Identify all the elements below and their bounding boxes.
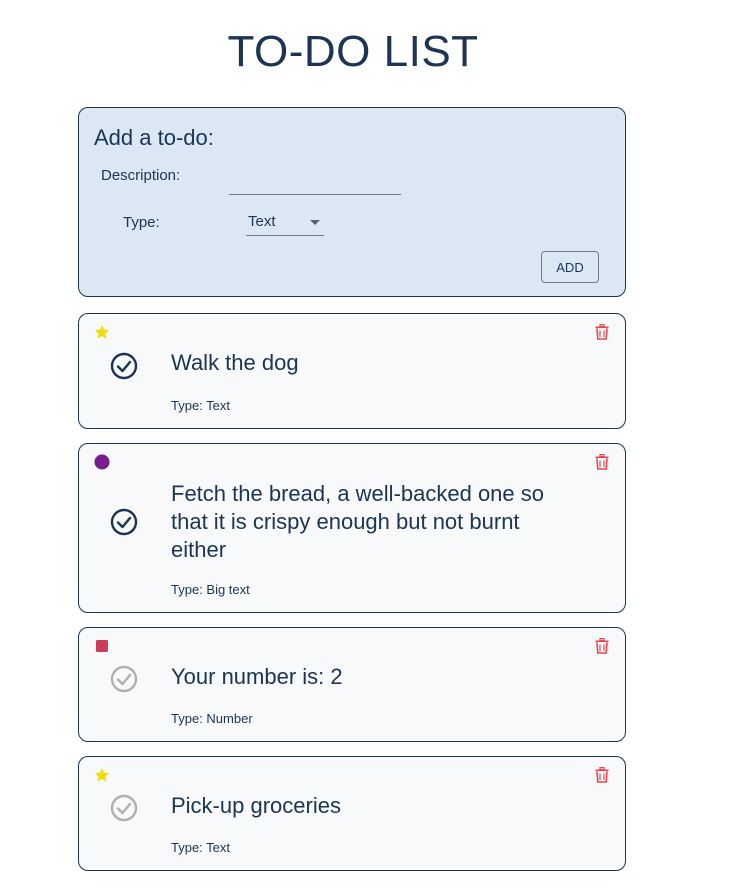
square-icon bbox=[96, 640, 108, 652]
star-icon bbox=[94, 768, 110, 782]
add-todo-form: Add a to-do: Description: Type: Text ADD bbox=[78, 107, 626, 297]
todo-type: Type: Text bbox=[171, 398, 231, 413]
description-input[interactable] bbox=[229, 172, 401, 195]
type-select-value: Text bbox=[248, 213, 276, 230]
todo-text: Fetch the bread, a well-backed one so th… bbox=[171, 481, 545, 562]
trash-icon[interactable] bbox=[595, 324, 609, 340]
trash-icon[interactable] bbox=[595, 454, 609, 470]
todo-text: Your number is: 2 bbox=[171, 664, 343, 689]
caret-down-icon bbox=[310, 220, 320, 225]
todo-type: Type: Number bbox=[171, 711, 253, 726]
star-icon bbox=[94, 325, 110, 339]
page-title: TO-DO LIST bbox=[227, 27, 479, 76]
description-label: Description: bbox=[101, 167, 181, 184]
circle-icon bbox=[94, 454, 110, 470]
trash-icon[interactable] bbox=[595, 767, 609, 783]
type-label: Type: bbox=[123, 214, 160, 231]
check-circle-icon[interactable] bbox=[110, 508, 138, 536]
type-select[interactable]: Text bbox=[246, 208, 324, 236]
todo-type: Type: Big text bbox=[171, 582, 250, 597]
trash-icon[interactable] bbox=[595, 638, 609, 654]
check-circle-icon[interactable] bbox=[110, 794, 138, 822]
todo-card: Your number is: 2 Type: Number bbox=[78, 627, 626, 742]
todo-text: Walk the dog bbox=[171, 350, 299, 375]
todo-card: Pick-up groceries Type: Text bbox=[78, 756, 626, 871]
add-todo-heading: Add a to-do: bbox=[94, 125, 214, 150]
add-button[interactable]: ADD bbox=[541, 251, 599, 283]
todo-card: Fetch the bread, a well-backed one so th… bbox=[78, 443, 626, 613]
todo-card: Walk the dog Type: Text bbox=[78, 313, 626, 429]
check-circle-icon[interactable] bbox=[110, 665, 138, 693]
todo-text: Pick-up groceries bbox=[171, 793, 341, 818]
todo-type: Type: Text bbox=[171, 840, 231, 855]
check-circle-icon[interactable] bbox=[110, 352, 138, 380]
